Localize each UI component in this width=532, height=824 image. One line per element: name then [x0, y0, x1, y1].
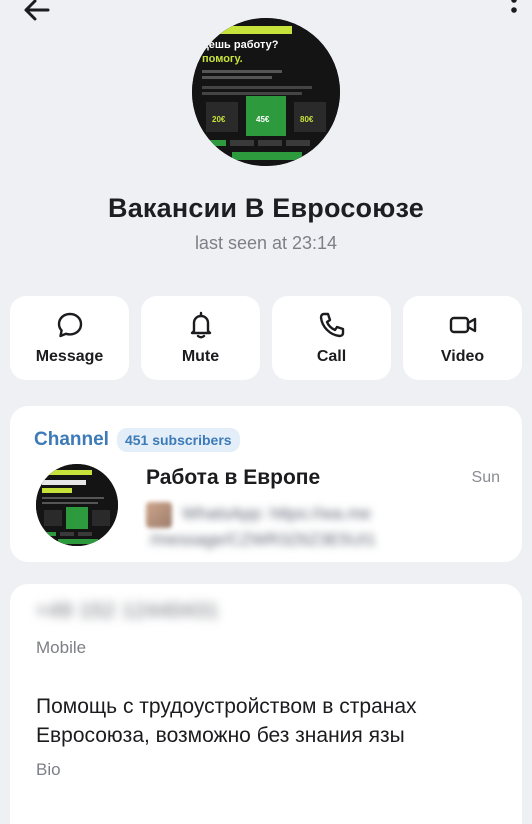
last-seen-status: last seen at 23:14 [194, 233, 338, 253]
channel-preview-line-2: /message/CZWR3Z6Z3E5UI1 [150, 530, 376, 549]
bio-text: Помощь с трудоустройством в странах Евро… [36, 695, 417, 747]
channel-preview-line-1: WhatsApp: https://wa.me [182, 504, 371, 523]
mute-label: Mute [181, 348, 220, 365]
channel-label: Channel [34, 429, 109, 450]
chat-bubble-icon [57, 312, 82, 338]
subscribers-badge: 451 subscribers [116, 428, 240, 452]
message-label: Message [35, 348, 104, 365]
avatar-line-1: цешь работу? [202, 39, 279, 51]
mute-button[interactable]: Mute [141, 296, 260, 380]
call-label: Call [316, 348, 347, 365]
channel-card[interactable]: Channel 451 subscribers Работа в Европе … [10, 406, 522, 562]
bio-label: Bio [36, 760, 61, 779]
message-button[interactable]: Message [10, 296, 129, 380]
avatar-line-2: помогу. [202, 53, 243, 65]
avatar-image: цешь работу? помогу. 20€ 45€ 80€ [192, 18, 340, 166]
channel-header: Channel 451 subscribers [34, 428, 240, 452]
avatar-price-3: 80€ [300, 115, 314, 124]
action-buttons-row: Message Mute Call Video [10, 296, 522, 380]
phone-number[interactable]: +49 152 12440431 [36, 600, 219, 623]
more-options-button[interactable] [504, 0, 524, 24]
channel-avatar-image [36, 464, 118, 546]
profile-avatar[interactable]: цешь работу? помогу. 20€ 45€ 80€ [192, 18, 340, 166]
info-card: +49 152 12440431 Mobile Помощь с трудоус… [10, 584, 522, 824]
avatar-price-2: 45€ [256, 115, 270, 124]
preview-thumbnail [146, 502, 172, 528]
phone-type-label: Mobile [36, 638, 87, 657]
profile-name: Вакансии В Евросоюзе [108, 193, 424, 223]
channel-last-post-time: Sun [471, 469, 500, 486]
bell-icon [190, 311, 211, 339]
channel-avatar [36, 464, 118, 546]
phone-icon [319, 312, 344, 338]
avatar-price-1: 20€ [212, 115, 226, 124]
channel-name: Работа в Европе [146, 466, 321, 489]
arrow-left-icon [24, 0, 50, 21]
call-button[interactable]: Call [272, 296, 391, 380]
video-button[interactable]: Video [403, 296, 522, 380]
back-button[interactable] [18, 0, 54, 28]
video-label: Video [440, 348, 485, 365]
video-camera-icon [449, 316, 476, 334]
kebab-menu-icon [511, 0, 517, 13]
